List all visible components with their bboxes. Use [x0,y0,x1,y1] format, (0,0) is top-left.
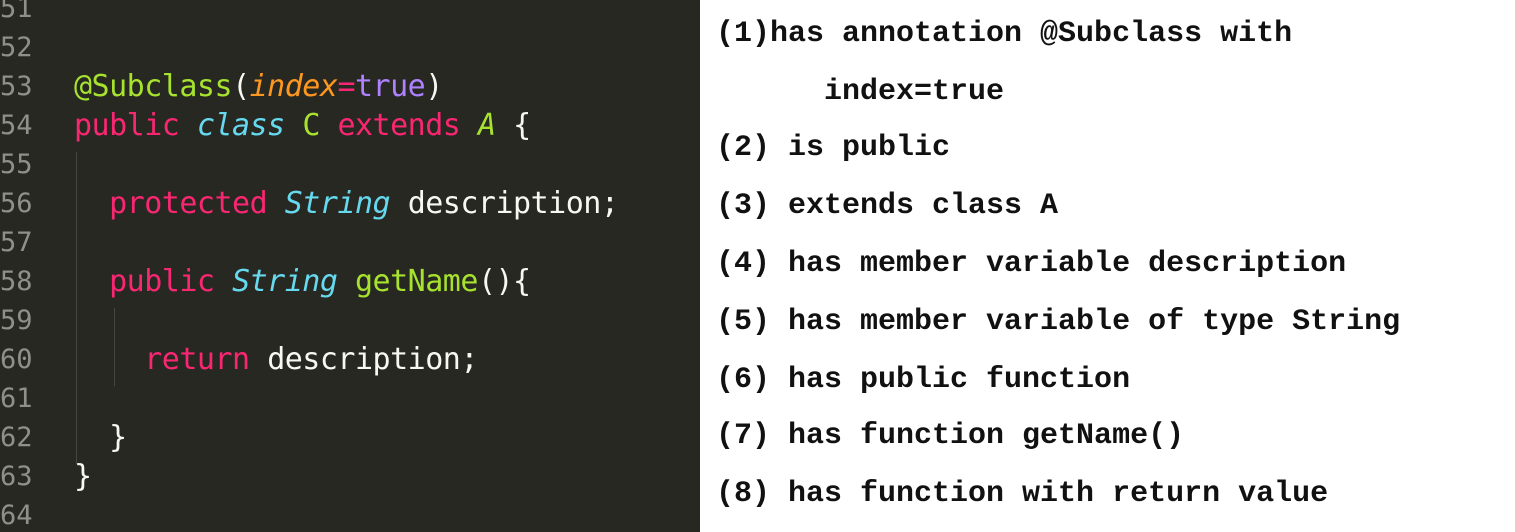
line-number: 52 [0,32,33,63]
feature-item: (2) is public [716,131,951,165]
code-text: return description; [74,340,478,379]
code-token: public [74,264,233,299]
code-token: description; [407,186,619,221]
line-number: 61 [0,383,33,414]
code-token: protected [74,186,285,221]
code-token: } [74,420,127,455]
line-number: 60 [0,344,33,375]
code-token: A [477,108,514,143]
code-token: index [249,69,338,104]
line-number: 53 [0,71,33,102]
feature-item: index=true [716,75,1005,109]
code-token: = [337,69,355,104]
code-line[interactable]: 58 public String getName(){ [0,262,700,301]
code-line[interactable]: 61 [0,379,700,418]
code-token: ( [232,69,250,104]
code-text: } [74,457,92,496]
code-text: public String getName(){ [74,262,531,301]
code-token: extends [337,108,478,143]
code-line[interactable]: 54 public class C extends A { [0,106,700,145]
code-line[interactable]: 52 [0,28,700,67]
code-token: C [302,108,338,143]
code-text: } [74,418,127,457]
code-token: class [196,108,303,143]
code-line[interactable]: 53 @Subclass(index=true) [0,67,700,106]
feature-item: (5) has member variable of type String [716,305,1401,339]
code-text: @Subclass(index=true) [74,67,443,106]
feature-item: (8) has function with return value [716,477,1329,511]
feature-item: (1)has annotation @Subclass with [716,17,1293,51]
feature-list: (1)has annotation @Subclass with index=t… [700,0,1515,532]
line-number: 63 [0,461,33,492]
code-token: String [232,264,355,299]
code-token: String [284,186,408,221]
feature-item: (6) has public function [716,363,1131,397]
code-line[interactable]: 51 [0,0,700,28]
code-token: true [355,69,426,104]
line-number: 57 [0,227,33,258]
code-text: public class C extends A { [74,106,531,145]
line-number: 58 [0,266,33,297]
code-line[interactable]: 64 [0,496,700,532]
code-line[interactable]: 62 } [0,418,700,457]
code-line[interactable]: 63} [0,457,700,496]
line-number: 51 [0,0,33,24]
code-line[interactable]: 57 [0,223,700,262]
code-line[interactable]: 56 protected String description; [0,184,700,223]
feature-item: (3) extends class A [716,189,1059,223]
code-line[interactable]: 59 [0,301,700,340]
code-line[interactable]: 60 return description; [0,340,700,379]
code-editor[interactable]: 51 52 53 @Subclass(index=true) 54 public clas… [0,0,700,532]
code-token: getName [355,264,478,299]
code-token: return [74,342,268,377]
code-token: @Subclass [74,69,233,104]
line-number: 56 [0,188,33,219]
line-number: 59 [0,305,33,336]
line-number: 62 [0,422,33,453]
code-token: { [513,108,531,143]
code-token: ) [425,69,443,104]
feature-item: (7) has function getName() [716,419,1185,453]
code-token: } [74,459,92,494]
line-number: 64 [0,500,33,531]
code-line[interactable]: 55 [0,145,700,184]
feature-item: (4) has member variable description [716,247,1347,281]
code-token: public [74,108,197,143]
line-number: 55 [0,149,33,180]
code-text: protected String description; [74,184,619,223]
code-token: (){ [477,264,531,299]
code-token: description; [267,342,478,377]
line-number: 54 [0,110,33,141]
